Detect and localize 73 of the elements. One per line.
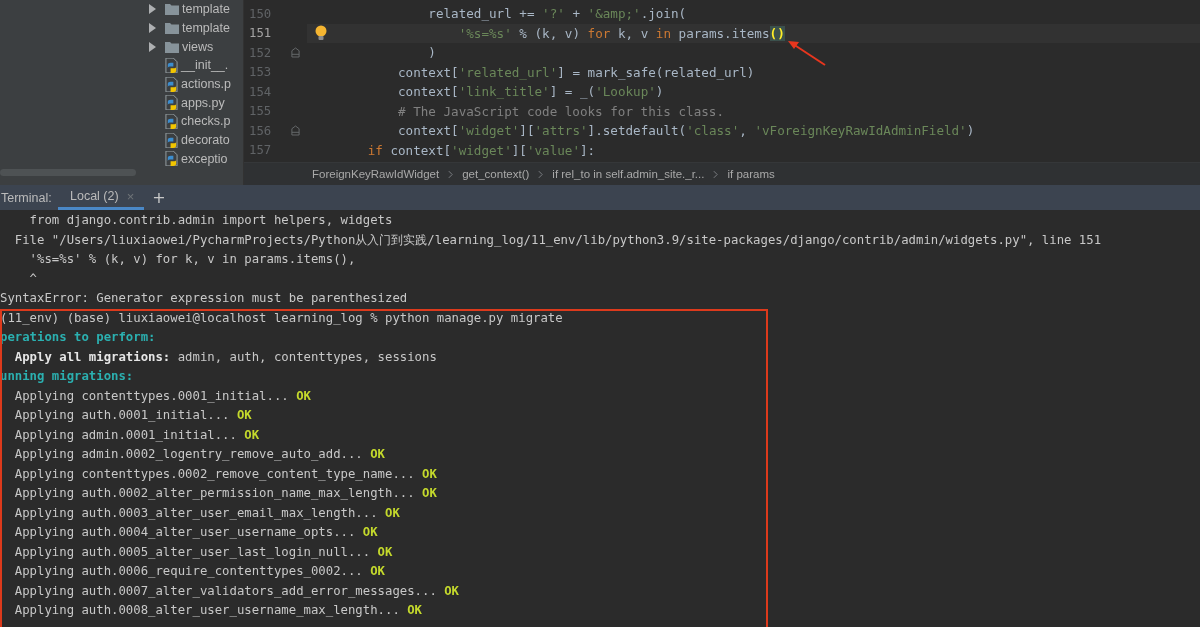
code-line: related_url += '?' + '&amp;'.join(	[427, 5, 687, 24]
terminal-line: File "/Users/liuxiaowei/PycharmProjects/Python从入门到实践/learning_log/11_env/lib/python3.9/site-packages/django/contrib/admin/widgets.py", line 151	[13, 231, 1103, 249]
folder-icon	[165, 40, 179, 53]
terminal-line: Applying contenttypes.0002_remove_content_type_name... OK	[13, 465, 438, 483]
breadcrumb[interactable]: get_context()	[462, 168, 530, 180]
code-line: )	[427, 44, 436, 63]
file-name[interactable]: template	[182, 21, 230, 36]
expand-arrow-icon[interactable]	[148, 23, 156, 34]
terminal-line: Applying auth.0006_require_contenttypes_0002... OK	[13, 563, 386, 580]
expand-arrow-icon[interactable]	[148, 41, 156, 52]
terminal-line: from django.contrib.admin import helpers, widgets	[28, 212, 394, 229]
chevron-icon	[713, 169, 719, 179]
line-number: 154	[248, 84, 273, 99]
line-number: 151	[248, 26, 273, 41]
breadcrumb[interactable]: ForeignKeyRawIdWidget	[312, 168, 440, 180]
terminal-line: Applying auth.0004_alter_user_username_opts... OK	[13, 524, 379, 541]
tab-label: Local (2)	[70, 189, 119, 203]
file-name[interactable]: actions.p	[181, 77, 232, 92]
code-line: '%s=%s' % (k, v) for k, v in params.items()	[457, 24, 785, 43]
arrow	[787, 39, 827, 67]
file-name[interactable]: apps.py	[181, 95, 225, 110]
folder-icon	[165, 3, 179, 16]
terminal-label: Terminal:	[0, 189, 53, 207]
breadcrumb[interactable]: if params	[727, 168, 775, 180]
chevron-icon	[448, 169, 454, 179]
code-line: context['widget']['attrs'].setdefault('class', 'vForeignKeyRawIdAdminField')	[397, 122, 975, 141]
python-file-icon	[165, 57, 178, 73]
new-tab-button[interactable]: +	[144, 185, 166, 210]
python-file-icon	[165, 76, 178, 92]
fold-marker-icon[interactable]	[290, 125, 300, 137]
line-number: 157	[248, 143, 273, 158]
terminal-line: unning migrations:	[0, 368, 135, 385]
code-line: context['related_url'] = mark_safe(related_url)	[397, 63, 755, 82]
line-number: 156	[248, 123, 273, 138]
terminal-line: Applying auth.0002_alter_permission_name_max_length... OK	[13, 485, 438, 502]
file-name[interactable]: checks.p	[181, 114, 231, 129]
line-number: 152	[248, 45, 273, 60]
terminal-line: Applying auth.0005_alter_user_last_login_null... OK	[13, 543, 394, 561]
terminal-line: Apply all migrations: admin, auth, contenttypes, sessions	[13, 348, 438, 366]
line-number: 155	[248, 104, 273, 119]
terminal-line: SyntaxError: Generator expression must be parenthesized	[0, 290, 409, 307]
terminal-tab[interactable]: Local (2) ×	[58, 185, 145, 210]
code-line: context['link_title'] = _('Lookup')	[397, 83, 664, 102]
terminal-line: Applying admin.0001_initial... OK	[13, 426, 261, 444]
terminal-line: Applying admin.0002_logentry_remove_auto_add... OK	[13, 446, 386, 463]
terminal-line: ^	[28, 270, 39, 288]
file-name[interactable]: decorato	[181, 133, 230, 148]
python-file-icon	[165, 95, 178, 111]
terminal-line: Applying contenttypes.0001_initial... OK	[13, 387, 312, 405]
file-name[interactable]: template	[182, 2, 230, 17]
line-number: 150	[248, 6, 273, 21]
terminal-line: Applying auth.0008_alter_user_username_max_length... OK	[13, 602, 423, 619]
line-number: 153	[248, 65, 273, 80]
code-line: if context['widget']['value']:	[366, 141, 596, 160]
file-name[interactable]: exceptio	[181, 151, 228, 166]
file-name[interactable]: __init__.	[181, 58, 229, 73]
chevron-icon	[538, 169, 544, 179]
python-file-icon	[165, 151, 178, 167]
python-file-icon	[165, 113, 178, 129]
folder-icon	[165, 22, 179, 35]
terminal-line: (11_env) (base) liuxiaowei@localhost learning_log % python manage.py migrate	[0, 309, 564, 327]
terminal-line: Applying auth.0001_initial... OK	[13, 407, 253, 424]
fold-marker-icon[interactable]	[290, 47, 300, 59]
terminal-line: Applying auth.0003_alter_user_email_max_length... OK	[13, 504, 401, 522]
python-file-icon	[165, 132, 178, 148]
lightbulb-icon[interactable]	[315, 24, 327, 41]
expand-arrow-icon[interactable]	[148, 4, 156, 15]
terminal-line: '%s=%s' % (k, v) for k, v in params.items(),	[28, 251, 357, 268]
file-name[interactable]: views	[182, 39, 214, 54]
code-line: # The JavaScript code looks for this class.	[397, 102, 724, 121]
terminal-line: Applying auth.0007_alter_validators_add_error_messages... OK	[13, 582, 460, 600]
terminal-line: perations to perform:	[0, 329, 157, 346]
breadcrumb[interactable]: if rel_to in self.admin_site._r...	[552, 168, 705, 180]
